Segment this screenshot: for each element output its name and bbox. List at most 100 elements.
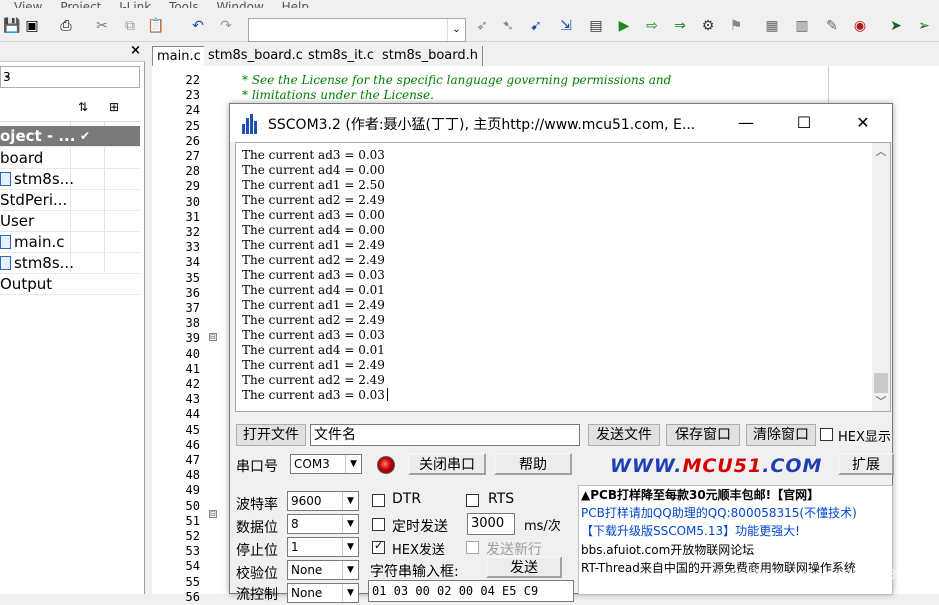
maximize-button[interactable]: ☐ (781, 104, 827, 142)
debug-icon[interactable]: ◉ (850, 16, 870, 36)
minimize-button[interactable]: — (723, 104, 769, 142)
parity-select[interactable]: None ▼ (287, 560, 359, 580)
stopbits-select[interactable]: 1 ▼ (287, 537, 359, 557)
received-line: The current ad3 = 0.00 (242, 208, 385, 222)
hex-send-checkbox[interactable] (372, 539, 385, 554)
indent-icon[interactable]: ▤ (586, 16, 606, 36)
tree-item-board[interactable]: board (0, 148, 140, 169)
tree-item-board-file[interactable]: stm8s... (0, 169, 140, 190)
close-icon[interactable]: × (130, 43, 141, 58)
tab-stm8s-board-c[interactable]: stm8s_board.c (204, 46, 308, 66)
close-button[interactable]: ✕ (840, 104, 886, 142)
tree-item-stdperiph[interactable]: StdPeri... (0, 190, 140, 211)
line-number: 23 (185, 88, 200, 103)
grid-icon[interactable]: ⊞ (109, 100, 119, 114)
fold-icon[interactable]: ⊟ (209, 333, 217, 341)
undo-icon[interactable]: ↶ (188, 16, 208, 36)
tab-stm8s-board-h[interactable]: stm8s_board.h (378, 46, 483, 66)
scroll-thumb[interactable] (874, 373, 888, 393)
ad-line[interactable]: bbs.afuiot.com开放物联网论坛 (581, 543, 754, 557)
load-icon[interactable]: ➢ (914, 16, 934, 36)
bookmark-clear-icon[interactable]: ⇲ (556, 16, 576, 36)
received-line: The current ad2 = 2.49 (242, 253, 385, 267)
tree-item-project[interactable]: oject - ... ✔ (0, 126, 140, 147)
received-line: The current ad4 = 0.01 (242, 343, 385, 357)
rts-label: RTS (488, 491, 515, 507)
port-label: 串口号 (236, 459, 278, 475)
clear-window-button[interactable]: 清除窗口 (746, 424, 816, 446)
filename-field[interactable]: 文件名 (310, 424, 580, 446)
download-icon[interactable]: ➤ (886, 16, 906, 36)
baud-select[interactable]: 9600 ▼ (287, 491, 359, 511)
build-icon[interactable]: ▦ (762, 16, 782, 36)
send-file-button[interactable]: 发送文件 (588, 424, 660, 446)
fold-icon[interactable]: ⊟ (209, 510, 217, 518)
rebuild-icon[interactable]: ▥ (792, 16, 812, 36)
bookmark-next-icon[interactable]: ➹ (526, 16, 546, 36)
stopbits-label: 停止位 (236, 543, 278, 559)
find-combo[interactable]: ⌄ (248, 18, 466, 42)
options-icon[interactable]: ⚑ (726, 16, 746, 36)
cut-icon[interactable]: ✂ (92, 16, 112, 36)
chevron-down-icon[interactable]: ⌄ (447, 19, 465, 41)
tab-main-c[interactable]: main.c (152, 46, 206, 66)
chevron-down-icon[interactable]: ▼ (342, 515, 358, 533)
rts-checkbox[interactable] (466, 494, 479, 507)
config-icon[interactable]: ⚙ (698, 16, 718, 36)
flow-select[interactable]: None ▼ (287, 583, 359, 603)
dtr-checkbox[interactable] (372, 494, 385, 507)
expand-button[interactable]: 扩展 (838, 453, 894, 475)
received-text: The current ad3 = 0.03 The current ad4 = … (242, 148, 388, 403)
website-link[interactable]: WWW.MCU51.COM (610, 455, 822, 477)
paste-icon[interactable]: 📋 (146, 16, 166, 36)
run-icon[interactable]: ▶ (614, 16, 634, 36)
chevron-down-icon[interactable]: ▼ (342, 492, 358, 510)
save-icon[interactable]: 💾 (2, 16, 22, 36)
interval-field[interactable]: 3000 (467, 513, 515, 535)
copy-icon[interactable]: ⧉ (120, 16, 140, 36)
timed-send-checkbox[interactable] (372, 518, 385, 531)
send-button[interactable]: 发送 (486, 556, 562, 578)
scroll-up-icon[interactable]: ︿ (872, 143, 890, 161)
tree-item-user[interactable]: User (0, 211, 140, 232)
ad-line[interactable]: 【下载升级版SSCOM5.13】功能更强大! (581, 524, 800, 538)
window-titlebar[interactable]: SSCOM3.2 (作者:聂小猛(丁丁), 主页http://www.mcu51… (230, 104, 892, 142)
chevron-down-icon[interactable]: ▼ (345, 455, 361, 473)
send-newline-checkbox[interactable] (466, 541, 479, 554)
line-number: 43 (185, 392, 200, 407)
redo-icon[interactable]: ↷ (216, 16, 236, 36)
scroll-down-icon[interactable]: ﹀ (872, 393, 890, 411)
chevron-down-icon[interactable]: ▼ (342, 561, 358, 579)
check-icon: ✔ (80, 129, 91, 143)
receive-scrollbar[interactable]: ︿ ﹀ (872, 143, 890, 411)
ad-line[interactable]: PCB打样请加QQ助理的QQ:800058315(不懂技术) (581, 506, 857, 520)
port-select[interactable]: COM3 ▼ (290, 454, 362, 474)
step-icon[interactable]: ⇨ (642, 16, 662, 36)
tree-item-output[interactable]: Output (0, 274, 140, 295)
tree-item-main-c[interactable]: main.c (0, 232, 140, 253)
databits-select[interactable]: 8 ▼ (287, 514, 359, 534)
tree-item-it-file[interactable]: stm8s... (0, 253, 140, 274)
close-port-button[interactable]: 关闭串口 (408, 453, 486, 475)
chevron-down-icon[interactable]: ⌄ (3, 70, 135, 81)
ad-line[interactable]: ▲PCB打样降至每款30元顺丰包邮!【官网】 (581, 488, 819, 502)
save-window-button[interactable]: 保存窗口 (666, 424, 740, 446)
hex-display-checkbox[interactable] (820, 428, 833, 441)
chevron-down-icon[interactable]: ▼ (342, 538, 358, 556)
batch-icon[interactable]: ✎ (822, 16, 842, 36)
send-input[interactable]: 01 03 00 02 00 04 E5 C9 (368, 580, 574, 602)
print-icon[interactable]: ⎙ (56, 16, 76, 36)
target-combo[interactable]: 3 ⌄ (0, 66, 140, 88)
receive-area[interactable]: The current ad3 = 0.03 The current ad4 = … (235, 142, 891, 412)
tab-stm8s-it-c[interactable]: stm8s_it.c (304, 46, 380, 66)
step-over-icon[interactable]: ⇒ (670, 16, 690, 36)
bookmark-prev-icon[interactable]: ➷ (498, 16, 518, 36)
tree-item-label: StdPeri... (0, 191, 68, 209)
bookmark-toggle-icon[interactable]: ➶ (472, 16, 492, 36)
sort-icon[interactable]: ⇅ (78, 100, 88, 114)
line-number: 35 (185, 270, 200, 285)
save-all-icon[interactable]: ▣ (22, 16, 42, 36)
help-button[interactable]: 帮助 (494, 453, 572, 475)
open-file-button[interactable]: 打开文件 (236, 424, 306, 446)
chevron-down-icon[interactable]: ▼ (342, 584, 358, 602)
